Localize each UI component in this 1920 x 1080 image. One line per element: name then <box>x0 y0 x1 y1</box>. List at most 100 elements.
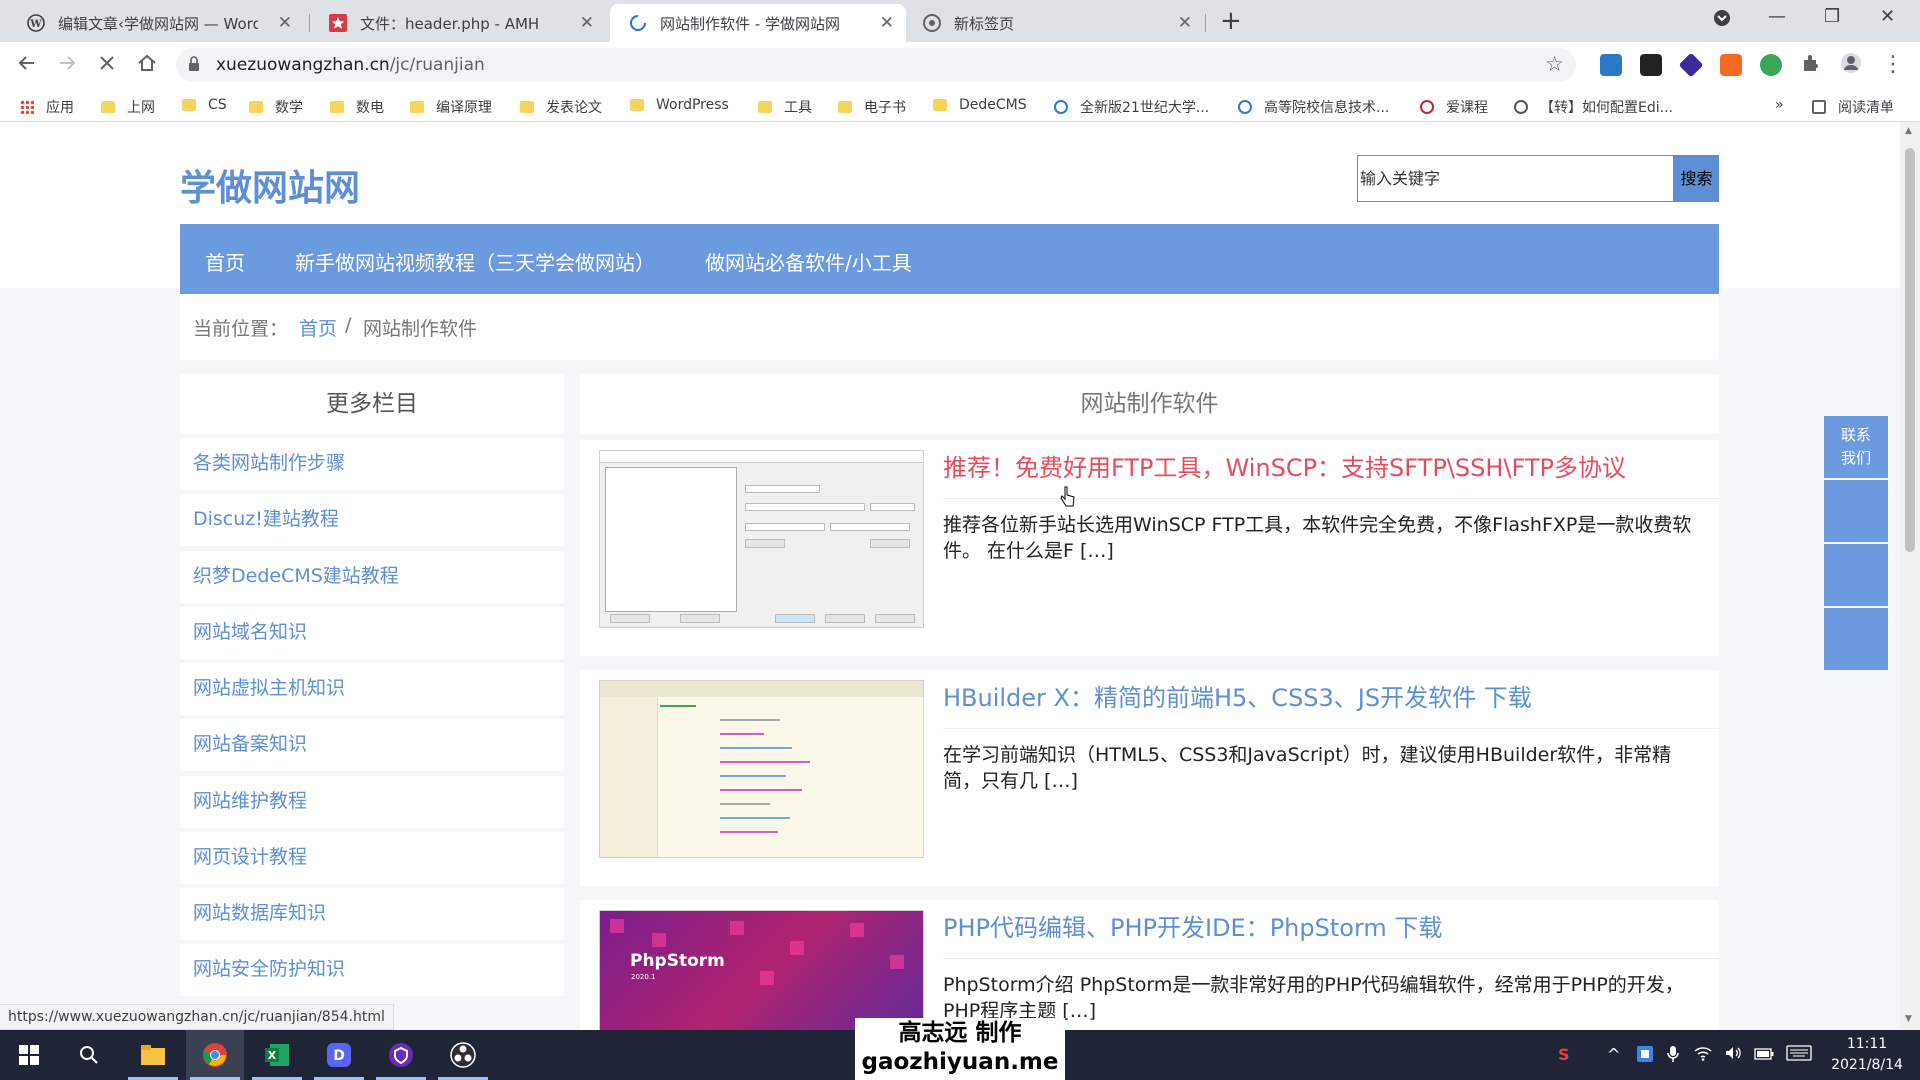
page-scrollbar[interactable]: ▲ ▼ <box>1900 122 1920 1030</box>
excel-taskbar-button[interactable]: X <box>248 1030 306 1080</box>
bookmark-folder[interactable]: CS <box>182 97 227 113</box>
post-thumbnail[interactable]: PhpStorm 2020.1 <box>599 910 924 1030</box>
extension-face-icon[interactable] <box>1640 54 1662 76</box>
close-tab-icon[interactable]: ✕ <box>278 13 292 33</box>
post-title-link[interactable]: 推荐！免费好用FTP工具，WinSCP：支持SFTP\SSH\FTP多协议 <box>943 448 1626 483</box>
extensions-puzzle-icon[interactable] <box>1800 52 1822 80</box>
folder-icon <box>758 101 772 113</box>
bookmark-star-icon[interactable]: ☆ <box>1545 52 1564 76</box>
bookmark-folder[interactable]: DedeCMS <box>933 97 1027 113</box>
sidebar-item[interactable]: 各类网站制作步骤 <box>180 438 564 490</box>
contact-slot[interactable] <box>1824 608 1888 670</box>
obs-taskbar-button[interactable] <box>434 1030 492 1080</box>
bookmark-folder[interactable]: 数电 <box>330 97 384 117</box>
bookmark-folder[interactable]: 电子书 <box>838 97 906 117</box>
contact-us-button[interactable]: 联系我们 <box>1824 416 1888 478</box>
bookmark-folder[interactable]: 工具 <box>758 97 812 117</box>
tab-search-icon[interactable] <box>1712 6 1732 31</box>
dialog-button <box>870 539 910 548</box>
post-thumbnail[interactable] <box>599 680 924 858</box>
bookmark-link[interactable]: 【转】如何配置Edi... <box>1514 97 1673 117</box>
dialog-field <box>745 523 825 531</box>
tab-newtab[interactable]: 新标签页 ✕ <box>904 4 1204 42</box>
close-tab-icon[interactable]: ✕ <box>1178 13 1192 33</box>
sidebar-item[interactable]: 网站数据库知识 <box>180 888 564 940</box>
stop-loading-icon[interactable] <box>96 52 118 80</box>
close-tab-icon[interactable]: ✕ <box>580 13 594 33</box>
nav-home[interactable]: 首页 <box>205 247 245 276</box>
volume-icon[interactable] <box>1724 1045 1742 1065</box>
contact-slot[interactable] <box>1824 544 1888 606</box>
bookmarks-overflow-button[interactable]: » <box>1775 97 1784 113</box>
taskbar-clock[interactable]: 11:11 2021/8/14 <box>1822 1034 1912 1076</box>
sidebar-item[interactable]: 网站维护教程 <box>180 776 564 828</box>
extension-diamond-icon[interactable] <box>1678 52 1704 78</box>
close-window-button[interactable]: ✕ <box>1880 6 1895 27</box>
sidebar-item[interactable]: 网站虚拟主机知识 <box>180 663 564 715</box>
extension-off-icon[interactable] <box>1720 54 1742 76</box>
address-bar[interactable]: xuezuowangzhan.cn/jc/ruanjian ☆ <box>176 48 1576 82</box>
site-logo[interactable]: 学做网站网 <box>180 159 360 211</box>
scroll-up-icon[interactable]: ▲ <box>1905 126 1912 136</box>
bookmark-folder[interactable]: WordPress <box>630 97 729 113</box>
sidebar-item[interactable]: 网站域名知识 <box>180 607 564 659</box>
tab-amh[interactable]: 文件：header.php - AMH ✕ <box>310 4 606 42</box>
nav-video-tutorial[interactable]: 新手做网站视频教程（三天学会做网站） <box>295 247 655 276</box>
bookmark-apps[interactable]: 应用 <box>20 97 74 117</box>
chrome-taskbar-button[interactable] <box>186 1030 244 1080</box>
bookmark-folder[interactable]: 上网 <box>101 97 155 117</box>
amh-star-icon <box>328 13 348 33</box>
reading-list-button[interactable]: 阅读清单 <box>1812 97 1894 117</box>
menu-kebab-icon[interactable]: ⋮ <box>1882 52 1904 77</box>
extension-s-icon[interactable] <box>1600 54 1622 76</box>
tray-chevron-icon[interactable]: ^ <box>1607 1045 1620 1064</box>
bookmark-link[interactable]: 全新版21世纪大学... <box>1054 97 1209 117</box>
app-d-taskbar-button[interactable]: D <box>310 1030 368 1080</box>
bookmark-folder[interactable]: 发表论文 <box>520 97 602 117</box>
keyboard-icon[interactable] <box>1786 1045 1812 1065</box>
tab-current[interactable]: 网站制作软件 - 学做网站网 ✕ <box>610 4 906 42</box>
minimize-button[interactable]: — <box>1768 6 1786 27</box>
file-explorer-taskbar-button[interactable] <box>124 1030 182 1080</box>
sidebar-item[interactable]: 网页设计教程 <box>180 832 564 884</box>
bookmark-label: WordPress <box>656 97 729 113</box>
wifi-icon[interactable] <box>1694 1045 1712 1065</box>
back-icon[interactable] <box>16 52 38 80</box>
extension-globe-icon[interactable] <box>1760 54 1782 76</box>
contact-slot[interactable] <box>1824 480 1888 542</box>
sogou-ime-icon[interactable]: S <box>1558 1045 1570 1064</box>
tab-separator <box>1205 14 1206 32</box>
search-input[interactable]: 输入关键字 <box>1357 155 1674 202</box>
bookmark-link[interactable]: 爱课程 <box>1420 97 1488 117</box>
search-button[interactable]: 搜索 <box>1674 155 1719 202</box>
sidebar-item[interactable]: 网站安全防护知识 <box>180 944 564 996</box>
breadcrumb-home[interactable]: 首页 <box>299 314 337 341</box>
start-button[interactable] <box>0 1030 58 1080</box>
bookmark-folder[interactable]: 数学 <box>249 97 303 117</box>
new-tab-button[interactable]: + <box>1220 6 1242 36</box>
search-taskbar-button[interactable] <box>60 1030 118 1080</box>
battery-icon[interactable] <box>1754 1045 1774 1064</box>
post-thumbnail[interactable] <box>599 450 924 628</box>
close-tab-icon[interactable]: ✕ <box>880 13 894 33</box>
sidebar-item[interactable]: Discuz!建站教程 <box>180 494 564 546</box>
app-shield-taskbar-button[interactable] <box>372 1030 430 1080</box>
home-icon[interactable] <box>136 52 158 80</box>
profile-avatar-icon[interactable] <box>1840 52 1862 80</box>
scrollbar-thumb[interactable] <box>1905 148 1915 552</box>
lock-icon <box>188 56 199 71</box>
scroll-down-icon[interactable]: ▼ <box>1905 1014 1912 1024</box>
sidebar-item[interactable]: 织梦DedeCMS建站教程 <box>180 551 564 603</box>
bookmark-folder[interactable]: 编译原理 <box>410 97 492 117</box>
microphone-icon[interactable] <box>1666 1045 1680 1067</box>
nav-tools[interactable]: 做网站必备软件/小工具 <box>705 247 912 276</box>
tab-wordpress[interactable]: W 编辑文章‹学做网站网 — Word ✕ <box>8 4 304 42</box>
tray-app-icon[interactable] <box>1636 1045 1654 1067</box>
post-title-link[interactable]: PHP代码编辑、PHP开发IDE：PhpStorm 下载 <box>943 908 1442 943</box>
post-title-link[interactable]: HBuilder X：精简的前端H5、CSS3、JS开发软件 下载 <box>943 678 1532 713</box>
restore-button[interactable]: ❐ <box>1824 6 1840 27</box>
sidebar-item[interactable]: 网站备案知识 <box>180 719 564 771</box>
ie-icon <box>1054 100 1068 114</box>
forward-icon[interactable] <box>56 52 78 80</box>
bookmark-link[interactable]: 高等院校信息技术... <box>1238 97 1389 117</box>
